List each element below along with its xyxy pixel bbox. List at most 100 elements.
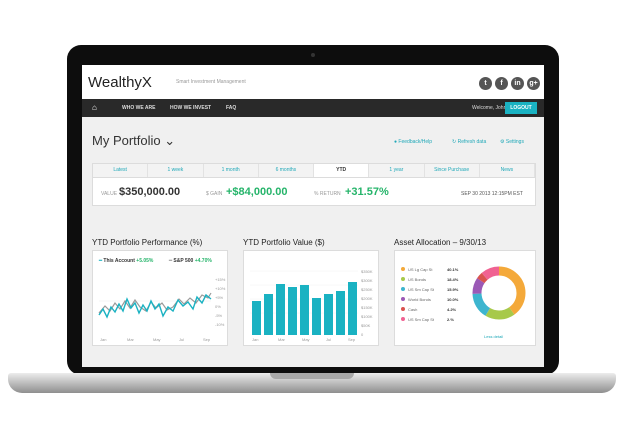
allocation-label: US Sm Cap St [408, 317, 435, 322]
legend-swatch [401, 317, 405, 321]
allocation-value: 18.4% [447, 277, 459, 282]
y-tick: +10% [215, 286, 226, 291]
period-tabs: Latest 1 week 1 month 6 months YTD 1 yea… [92, 163, 536, 178]
allocation-value: 15.9% [447, 287, 459, 292]
feedback-link[interactable]: ● Feedback/Help [394, 139, 432, 145]
nav-faq[interactable]: FAQ [226, 105, 236, 111]
performance-panel: ━ This Account +5.05% ━ S&P 500 +4.70% +… [92, 250, 228, 346]
value-panel: $350K $300K $250K $200K $150K $100K $50K… [243, 250, 379, 346]
value-chart [250, 270, 358, 335]
x-tick: Mar [127, 337, 134, 342]
nav-who-we-are[interactable]: WHO WE ARE [122, 105, 155, 111]
page-title-text: My Portfolio [92, 133, 161, 148]
portfolio-value: $350,000.00 [119, 186, 181, 198]
gear-icon: ⚙ [500, 139, 505, 145]
y-tick: $50K [361, 323, 371, 328]
y-tick: $150K [361, 305, 373, 310]
tab-6-months[interactable]: 6 months [259, 164, 314, 177]
return-value: +31.57% [345, 186, 389, 198]
y-tick: 0 [361, 332, 364, 337]
value-bar [300, 285, 309, 335]
linkedin-icon[interactable]: in [511, 77, 524, 90]
welcome-text: Welcome, John [472, 105, 507, 111]
as-of-timestamp: SEP 30 2013 12:15PM EST [461, 191, 523, 197]
gain-value: +$84,000.00 [226, 186, 288, 198]
gain-label: $ GAIN [206, 191, 223, 197]
home-icon[interactable]: ⌂ [92, 103, 97, 113]
allocation-title: Asset Allocation – 9/30/13 [394, 238, 487, 247]
allocation-label: World Bonds [408, 297, 431, 302]
allocation-value: 10.0% [447, 297, 459, 302]
value-bar [288, 287, 297, 335]
laptop-notch [270, 373, 354, 379]
x-tick: Jan [252, 337, 259, 342]
less-detail-link[interactable]: Less detail [484, 334, 503, 339]
logout-button[interactable]: LOGOUT [505, 102, 537, 114]
refresh-icon: ↻ [452, 139, 457, 145]
y-tick: $250K [361, 287, 373, 292]
facebook-icon[interactable]: f [495, 77, 508, 90]
legend-swatch [401, 287, 405, 291]
value-bar [348, 282, 357, 335]
allocation-label: US Lg Cap St [408, 267, 433, 272]
y-tick: -10% [215, 322, 225, 327]
value-bar [252, 301, 261, 335]
allocation-value: 40.1% [447, 267, 459, 272]
performance-title: YTD Portfolio Performance (%) [92, 238, 203, 247]
app-screen: WealthyX Smart Investment Management t f… [82, 65, 544, 367]
summary-bar: VALUE $350,000.00 $ GAIN +$84,000.00 % R… [92, 178, 536, 206]
app-header: WealthyX Smart Investment Management t f… [82, 65, 544, 99]
return-label: % RETURN [314, 191, 341, 197]
settings-link[interactable]: ⚙ Settings [500, 139, 524, 145]
value-title: YTD Portfolio Value ($) [243, 238, 325, 247]
value-bar [336, 291, 345, 335]
y-tick: $100K [361, 314, 373, 319]
allocation-label: Cash [408, 307, 418, 312]
twitter-icon[interactable]: t [479, 77, 492, 90]
tab-1-week[interactable]: 1 week [148, 164, 204, 177]
allocation-panel: US Lg Cap St 40.1% US Bonds 18.4% US Sm Ca… [394, 250, 536, 346]
x-tick: Sep [203, 337, 211, 342]
x-tick: Jan [100, 337, 107, 342]
tab-news[interactable]: News [480, 164, 535, 177]
x-tick: May [302, 337, 310, 342]
tagline: Smart Investment Management [176, 79, 246, 85]
x-tick: Jul [179, 337, 185, 342]
page-title[interactable]: My Portfolio ⌄ [92, 133, 175, 149]
y-tick: $350K [361, 269, 373, 274]
laptop-lid: WealthyX Smart Investment Management t f… [67, 45, 559, 375]
allocation-label: US Sm Cap St [408, 287, 435, 292]
value-bar [264, 294, 273, 335]
legend-swatch [401, 297, 405, 301]
x-tick: May [153, 337, 161, 342]
camera [311, 53, 315, 57]
chat-icon: ● [394, 139, 398, 145]
legend-swatch [401, 267, 405, 271]
main-nav: ⌂ WHO WE ARE HOW WE INVEST FAQ Welcome, … [82, 99, 544, 117]
x-tick: Mar [278, 337, 285, 342]
allocation-value: 2.% [447, 317, 454, 322]
feedback-label: Feedback/Help [398, 139, 433, 145]
tab-ytd[interactable]: YTD [314, 164, 370, 177]
logo[interactable]: WealthyX [88, 74, 152, 91]
value-bar [312, 298, 321, 335]
refresh-link[interactable]: ↻ Refresh data [452, 139, 486, 145]
y-tick: $200K [361, 296, 373, 301]
chevron-down-icon[interactable]: ⌄ [164, 133, 175, 148]
tab-since-purchase[interactable]: Since Purchase [425, 164, 480, 177]
tab-1-month[interactable]: 1 month [204, 164, 259, 177]
y-tick: -5% [215, 313, 223, 318]
allocation-label: US Bonds [408, 277, 427, 282]
tab-latest[interactable]: Latest [93, 164, 149, 177]
value-bar [324, 294, 333, 335]
x-tick: Sep [348, 337, 356, 342]
googleplus-icon[interactable]: g+ [527, 77, 540, 90]
nav-how-we-invest[interactable]: HOW WE INVEST [170, 105, 211, 111]
legend-swatch [401, 277, 405, 281]
tab-1-year[interactable]: 1 year [369, 164, 425, 177]
y-tick: +5% [215, 295, 224, 300]
y-tick: +15% [215, 277, 226, 282]
x-tick: Jul [326, 337, 332, 342]
value-bar [276, 284, 285, 335]
performance-chart [98, 292, 212, 319]
